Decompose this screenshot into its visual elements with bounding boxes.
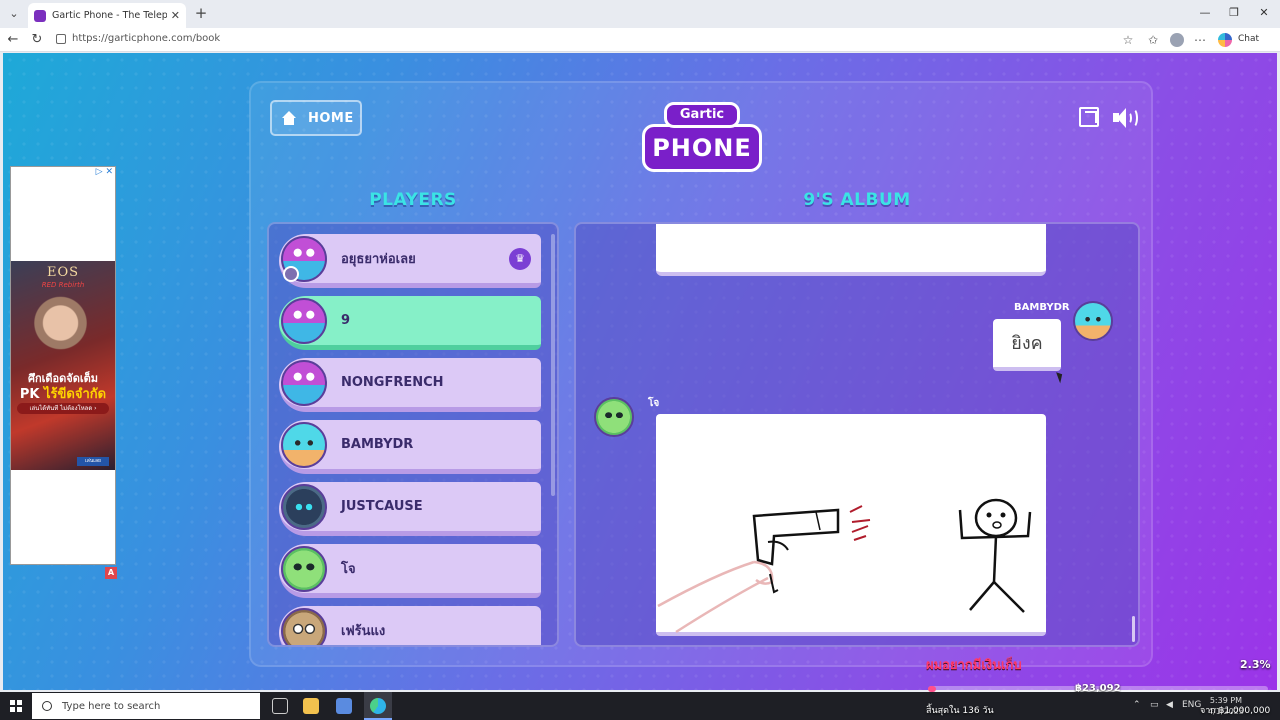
ad-badge-icon: A <box>105 567 117 579</box>
mouse-cursor-icon <box>1056 370 1065 384</box>
new-tab-plus-icon[interactable]: + <box>192 4 210 22</box>
home-button[interactable]: HOME <box>270 100 362 136</box>
gun-and-stickman-drawing <box>657 498 1032 634</box>
player-row[interactable]: BAMBYDR <box>279 420 541 474</box>
player-name: JUSTCAUSE <box>341 499 423 514</box>
player-name: เฟร้นแง <box>341 624 386 639</box>
url-field[interactable]: https://garticphone.com/book <box>72 33 220 44</box>
favorite-star-icon[interactable]: ☆ <box>1120 32 1136 48</box>
side-advertisement[interactable]: ▷ ✕ EOS RED Rebirth ศึกเดือดจัดเต็ม PK ไ… <box>10 166 116 565</box>
player-row[interactable]: JUSTCAUSE <box>279 482 541 536</box>
host-crown-icon: ♛ <box>509 247 531 270</box>
owner-user-icon <box>283 265 299 282</box>
player-row[interactable]: อยุธยาห่อเลย ♛ <box>279 234 541 288</box>
ad-image[interactable]: EOS RED Rebirth ศึกเดือดจัดเต็ม PK ไร้ขี… <box>11 261 115 470</box>
windows-taskbar: Type here to search ⌃ ▭ ◀ ENG 5:39 PM 4/… <box>0 692 1280 720</box>
taskbar-search[interactable]: Type here to search <box>32 693 260 719</box>
album-panel: BAMBYDR ยิงค โจ <box>574 222 1140 647</box>
player-name: BAMBYDR <box>341 437 414 452</box>
ad-play-button[interactable]: เล่นเลย <box>77 457 109 466</box>
player-name: โจ <box>341 562 356 577</box>
file-explorer-icon[interactable] <box>303 698 319 714</box>
chat-button[interactable]: Chat <box>1238 34 1259 44</box>
back-arrow-icon[interactable]: ← <box>4 31 22 49</box>
purple-bird-avatar-icon <box>281 297 327 344</box>
language-indicator[interactable]: ENG <box>1182 700 1201 710</box>
purple-bird-avatar-icon <box>281 235 327 282</box>
player-row[interactable]: เฟร้นแง <box>279 606 541 645</box>
ad-character-figure <box>29 295 99 365</box>
ad-logo-subtitle: RED Rebirth <box>41 281 85 289</box>
previous-drawing-card <box>656 224 1046 276</box>
players-title: PLAYERS <box>369 190 457 210</box>
profile-avatar[interactable] <box>1170 33 1184 47</box>
player-row[interactable]: NONGFRENCH <box>279 358 541 412</box>
close-window-icon[interactable]: ✕ <box>1254 4 1274 22</box>
home-icon <box>282 111 296 125</box>
donation-title: ผมอยากมีเงินเก็บ <box>926 658 1022 673</box>
tray-chevron-icon[interactable]: ⌃ <box>1133 700 1141 710</box>
guess-text-bubble: ยิงค <box>993 319 1061 371</box>
logo-gartic-text: Gartic <box>664 102 740 128</box>
network-icon[interactable]: ▭ <box>1150 700 1159 710</box>
brown-owl-avatar-icon <box>281 607 327 645</box>
player-row[interactable]: โจ <box>279 544 541 598</box>
copilot-icon[interactable] <box>1218 33 1232 47</box>
more-menu-icon[interactable]: ⋯ <box>1192 32 1208 48</box>
site-info-icon[interactable] <box>56 34 66 44</box>
cyan-cupcake-avatar-icon <box>1073 301 1113 341</box>
search-icon <box>42 701 52 711</box>
player-name: อยุธยาห่อเลย <box>341 252 416 267</box>
player-row-active[interactable]: 9 <box>279 296 541 350</box>
cyan-cupcake-avatar-icon <box>281 421 327 468</box>
favorites-list-icon[interactable]: ✩ <box>1145 32 1161 48</box>
player-name: 9 <box>341 313 351 328</box>
logo-phone-text: PHONE <box>642 124 762 172</box>
browser-tabstrip: ⌄ Gartic Phone - The Telephone Game ✕ + … <box>0 0 1280 28</box>
players-panel: อยุธยาห่อเลย ♛ 9 NONGFRENCH BAMBYDR JUST… <box>267 222 559 647</box>
green-alien-avatar-icon <box>281 545 327 592</box>
home-label: HOME <box>308 110 354 126</box>
ad-choices-icon[interactable]: ▷ ✕ <box>96 167 113 177</box>
dark-ghost-avatar-icon <box>281 483 327 530</box>
address-bar: ← ↻ https://garticphone.com/book ☆ ✩ ⋯ C… <box>0 28 1280 52</box>
game-frame: HOME PHONE Gartic PLAYERS 9'S ALBUM อยุธ… <box>249 81 1153 667</box>
purple-bird-avatar-icon <box>281 359 327 406</box>
donation-days-left: สิ้นสุดใน 136 วัน <box>926 706 994 716</box>
edge-icon[interactable] <box>370 698 386 714</box>
gartic-phone-logo: PHONE Gartic <box>642 100 762 174</box>
bubble-author-name: BAMBYDR <box>1014 302 1070 313</box>
reload-icon[interactable]: ↻ <box>28 31 46 49</box>
ad-logo: EOS <box>46 265 80 280</box>
album-title: 9'S ALBUM <box>803 190 911 210</box>
game-page: ▷ ✕ EOS RED Rebirth ศึกเดือดจัดเต็ม PK ไ… <box>3 53 1277 690</box>
store-icon[interactable] <box>336 698 352 714</box>
tab-title: Gartic Phone - The Telephone Game <box>52 10 167 21</box>
album-scrollbar[interactable] <box>1132 616 1135 642</box>
task-view-icon[interactable] <box>272 698 288 714</box>
donation-goal: จาก ฿1,000,000 <box>1200 706 1271 716</box>
volume-icon[interactable]: ◀ <box>1166 700 1173 710</box>
drawing-canvas <box>656 414 1046 636</box>
browser-tab[interactable]: Gartic Phone - The Telephone Game ✕ <box>28 3 186 28</box>
donation-percent: 2.3% <box>1240 658 1271 671</box>
players-scrollbar[interactable] <box>551 234 555 496</box>
tab-close-icon[interactable]: ✕ <box>171 9 180 22</box>
ad-subheadline: PK ไร้ขีดจำกัด <box>19 387 107 402</box>
speaker-icon[interactable] <box>1113 107 1141 129</box>
drawing-author-name: โจ <box>648 398 660 409</box>
minimize-icon[interactable]: — <box>1195 4 1215 22</box>
player-name: NONGFRENCH <box>341 375 444 390</box>
fullscreen-icon[interactable] <box>1079 107 1099 127</box>
tab-list-chevron-icon[interactable]: ⌄ <box>4 4 24 24</box>
search-placeholder: Type here to search <box>62 700 161 712</box>
restore-icon[interactable]: ❐ <box>1224 4 1244 22</box>
windows-start-icon[interactable] <box>10 700 22 712</box>
green-alien-avatar-icon <box>594 397 634 437</box>
gartic-favicon-icon <box>34 9 46 22</box>
ad-cta-bar[interactable]: เล่นได้ทันที ไม่ต้องโหลด › <box>17 403 109 414</box>
